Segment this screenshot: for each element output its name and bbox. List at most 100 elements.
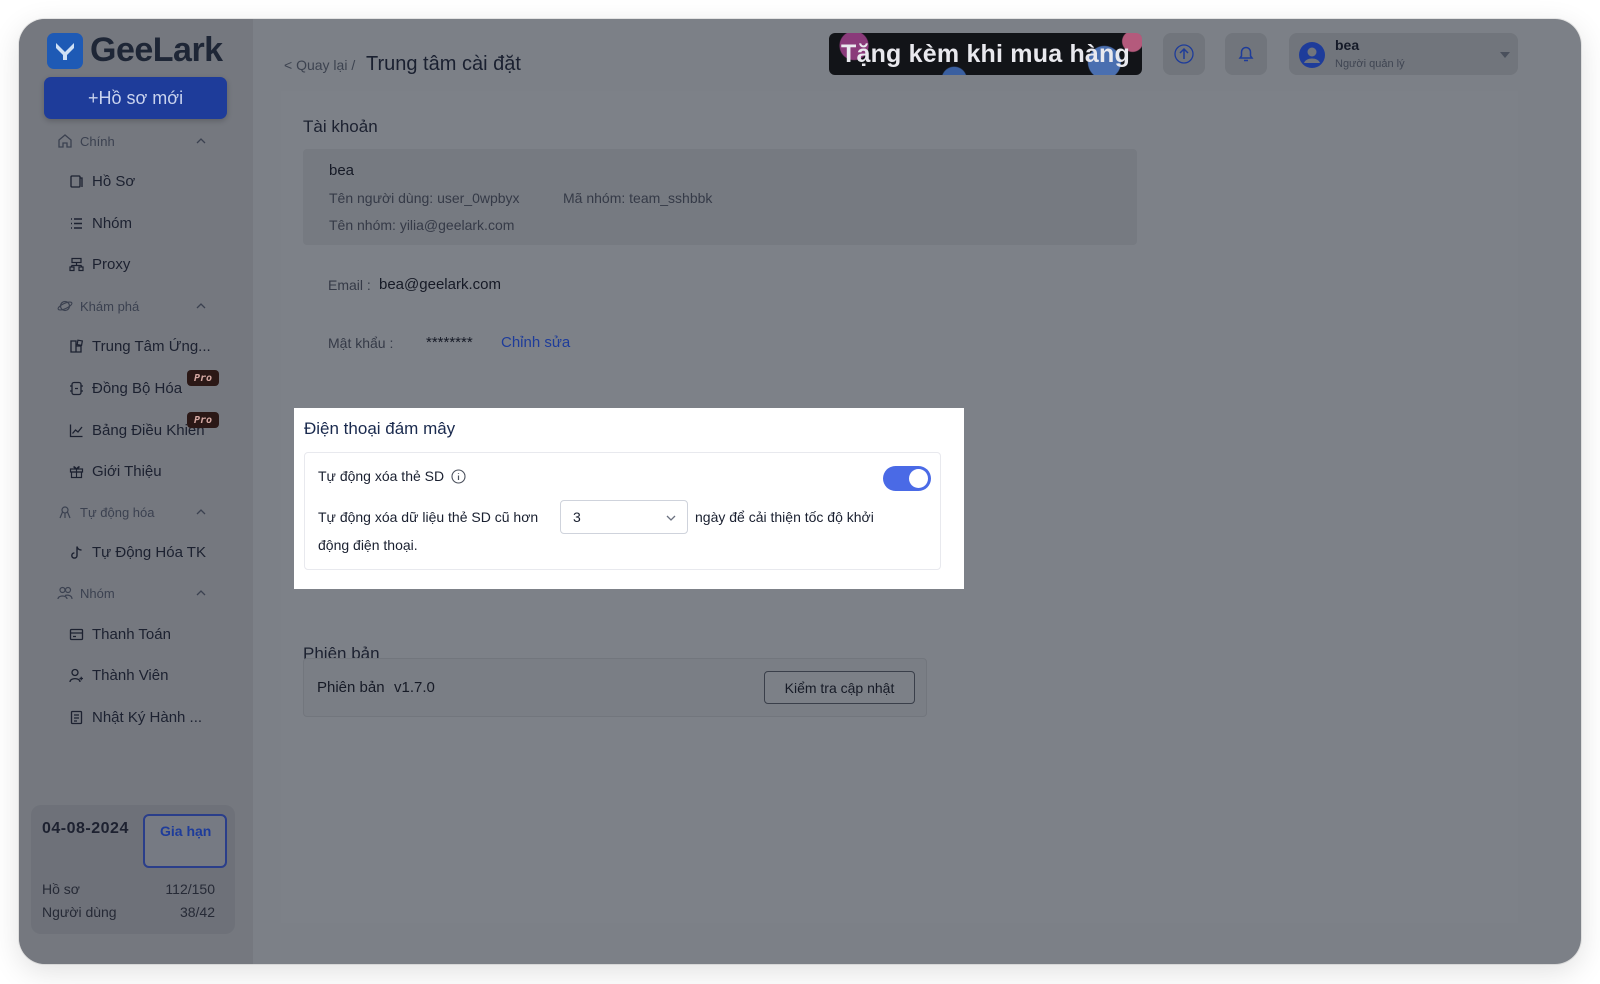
new-profile-button[interactable]: +Hồ sơ mới: [44, 77, 227, 119]
pro-badge: Pro: [187, 370, 219, 386]
sidebar-item-sync[interactable]: Đồng Bộ Hóa: [69, 380, 182, 397]
plan-profiles-label: Hồ sơ: [42, 881, 80, 897]
days-select[interactable]: 3: [560, 500, 688, 534]
nav-section-explore[interactable]: Khám phá: [57, 298, 207, 314]
sidebar-item-dashboard[interactable]: Bảng Điều Khiển: [69, 422, 205, 439]
sidebar-item-billing[interactable]: Thanh Toán: [69, 626, 171, 643]
nav-section-automation[interactable]: Tự động hóa: [57, 504, 207, 520]
sync-icon: [70, 381, 83, 396]
user-menu[interactable]: bea Người quản lý: [1289, 33, 1518, 75]
bell-icon: [1238, 46, 1254, 62]
chevron-up-icon: [196, 303, 206, 309]
edit-password-link[interactable]: Chỉnh sửa: [501, 334, 570, 351]
account-team-code: Mã nhóm: team_sshbbk: [563, 190, 713, 206]
home-icon: [58, 134, 72, 148]
back-link[interactable]: < Quay lại /: [284, 57, 355, 73]
account-card: bea Tên người dùng: user_0wpbyx Mã nhóm:…: [303, 149, 1137, 245]
auto-clear-sd-label: Tự động xóa thẻ SD: [318, 468, 445, 484]
sidebar-item-groups[interactable]: Nhóm: [69, 215, 132, 232]
promo-banner[interactable]: Tặng kèm khi mua hàng: [829, 33, 1142, 75]
log-icon: [70, 710, 83, 725]
sidebar-item-referral[interactable]: Giới Thiệu: [69, 463, 162, 480]
sidebar-item-label: Hồ Sơ: [92, 173, 136, 190]
app-center-icon: [70, 339, 84, 353]
account-section-title: Tài khoản: [303, 117, 378, 136]
account-team-name: Tên nhóm: yilia@geelark.com: [329, 217, 515, 233]
chevron-up-icon: [196, 138, 206, 144]
sidebar-item-activity-log[interactable]: Nhật Ký Hành ...: [69, 709, 202, 726]
nav-section-label: Khám phá: [80, 298, 140, 314]
user-avatar-icon: [1299, 42, 1325, 68]
user-role: Người quản lý: [1335, 58, 1405, 70]
profile-card-icon: [70, 175, 83, 188]
sidebar-item-proxy[interactable]: Proxy: [69, 256, 130, 273]
renew-button[interactable]: Gia hạn: [143, 814, 227, 868]
email-value: bea@geelark.com: [379, 276, 501, 293]
cloud-phone-card: Tự động xóa thẻ SD Tự động xóa dữ liệu t…: [304, 452, 941, 570]
nav-section-team[interactable]: Nhóm: [57, 585, 207, 601]
auto-clear-desc-wrap: động điện thoại.: [318, 537, 418, 553]
sidebar-item-label: Thanh Toán: [92, 626, 171, 643]
sidebar-item-label: Nhật Ký Hành ...: [92, 709, 203, 726]
sidebar-item-profiles[interactable]: Hồ Sơ: [69, 173, 135, 190]
list-icon: [71, 218, 82, 229]
plan-profiles-value: 112/150: [165, 881, 215, 897]
nav-section-label: Chính: [80, 133, 115, 149]
sidebar-item-label: Giới Thiệu: [92, 463, 162, 480]
app-window: GeeLark +Hồ sơ mới Chính Hồ Sơ Nhóm Prox…: [19, 19, 1581, 964]
chevron-down-icon: [666, 515, 676, 521]
cloud-phone-panel: Điện thoại đám mây Tự động xóa thẻ SD Tự…: [294, 408, 964, 589]
sidebar-item-label: Proxy: [92, 256, 131, 273]
chevron-up-icon: [196, 590, 206, 596]
info-icon[interactable]: [451, 468, 466, 484]
logo: GeeLark: [47, 31, 223, 70]
cloud-phone-section-title: Điện thoại đám mây: [304, 419, 456, 438]
chart-line-icon: [69, 424, 83, 438]
automation-icon: [59, 506, 71, 519]
plan-users-row: Người dùng 38/42: [42, 904, 215, 920]
upload-button[interactable]: [1163, 33, 1205, 75]
notifications-button[interactable]: [1225, 33, 1267, 75]
auto-clear-sd-row: Tự động xóa thẻ SD: [318, 468, 466, 484]
gift-icon: [69, 466, 84, 479]
sidebar-item-label: Trung Tâm Ứng...: [92, 338, 211, 355]
email-label: Email :: [328, 277, 371, 293]
logo-text: GeeLark: [90, 31, 223, 69]
geelark-logo-icon: [47, 32, 83, 69]
nav-section-label: Nhóm: [80, 585, 115, 601]
plan-card: 04-08-2024 Gia hạn Hồ sơ 112/150 Người d…: [31, 805, 235, 934]
password-label: Mật khẩu :: [328, 335, 394, 351]
arrow-up-icon: [1174, 44, 1194, 64]
auto-clear-desc-after: ngày để cải thiện tốc độ khởi: [695, 509, 874, 525]
version-label: Phiên bản: [317, 679, 385, 696]
user-name: bea: [1335, 37, 1360, 53]
billing-icon: [69, 628, 84, 641]
network-icon: [69, 257, 84, 272]
account-username: Tên người dùng: user_0wpbyx: [329, 190, 520, 206]
toggle-knob: [909, 469, 928, 488]
sidebar-item-label: Thành Viên: [92, 667, 169, 684]
sidebar-item-tk-automation[interactable]: Tự Động Hóa TK: [69, 544, 206, 561]
pro-badge: Pro: [187, 412, 219, 428]
sidebar-item-members[interactable]: Thành Viên: [69, 667, 168, 684]
sidebar-item-app-center[interactable]: Trung Tâm Ứng...: [69, 338, 211, 355]
caret-down-icon: [1500, 52, 1510, 58]
nav-section-main[interactable]: Chính: [57, 133, 207, 149]
account-name: bea: [329, 162, 355, 179]
plan-users-value: 38/42: [179, 904, 215, 920]
nav-section-label: Tự động hóa: [80, 504, 155, 520]
check-update-button[interactable]: Kiểm tra cập nhật: [764, 671, 915, 704]
tiktok-icon: [71, 546, 82, 559]
days-select-value: 3: [573, 509, 581, 525]
page-title: Trung tâm cài đặt: [366, 53, 521, 75]
members-icon: [69, 668, 83, 683]
sidebar-item-label: Nhóm: [92, 215, 133, 232]
auto-clear-sd-toggle[interactable]: [883, 466, 931, 491]
plan-expiry-date: 04-08-2024: [42, 820, 129, 837]
version-card: Phiên bản v1.7.0 Kiểm tra cập nhật: [303, 658, 927, 717]
plan-users-label: Người dùng: [42, 904, 117, 920]
planet-icon: [57, 300, 73, 312]
team-icon: [57, 586, 73, 600]
password-value: ********: [426, 334, 473, 351]
sidebar-item-label: Tự Động Hóa TK: [92, 544, 206, 561]
